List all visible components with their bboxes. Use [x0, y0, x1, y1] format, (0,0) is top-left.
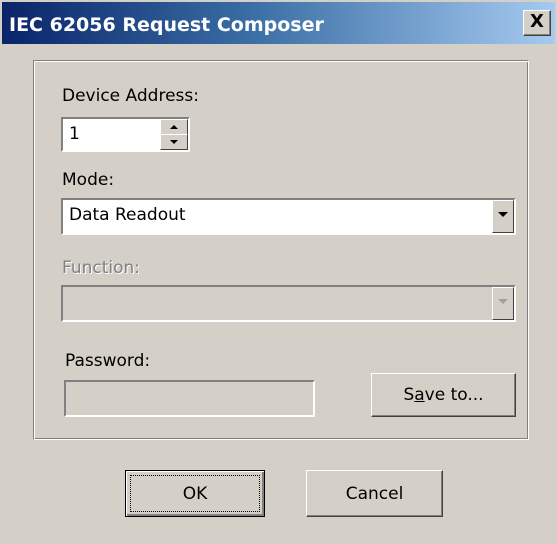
- close-icon: X: [530, 11, 544, 32]
- device-address-spinner[interactable]: 1: [61, 117, 190, 152]
- spin-down-button[interactable]: [160, 134, 188, 150]
- title-bar[interactable]: IEC 62056 Request Composer X: [2, 2, 555, 44]
- chevron-down-icon: [498, 299, 508, 304]
- save-to-button[interactable]: Save to...: [371, 373, 516, 417]
- password-label: Password:: [65, 351, 151, 371]
- device-address-input[interactable]: 1: [69, 124, 149, 144]
- close-button[interactable]: X: [523, 10, 551, 36]
- spinner-buttons: [160, 119, 188, 150]
- cancel-button[interactable]: Cancel: [306, 470, 443, 517]
- arrow-down-icon: [170, 140, 178, 144]
- function-dropdown-button[interactable]: [492, 287, 514, 320]
- device-address-label: Device Address:: [62, 86, 199, 106]
- function-dropdown[interactable]: [61, 285, 516, 322]
- cancel-label: Cancel: [345, 483, 404, 504]
- save-to-label: Save to...: [403, 385, 484, 405]
- ok-label: OK: [182, 483, 208, 504]
- function-label: Function:: [62, 258, 141, 278]
- password-field[interactable]: [64, 380, 315, 417]
- mode-dropdown-button[interactable]: [492, 200, 514, 233]
- mode-selected-value: Data Readout: [69, 205, 186, 225]
- dialog-window: IEC 62056 Request Composer X Device Addr…: [0, 0, 557, 544]
- mode-label: Mode:: [62, 170, 115, 190]
- mode-dropdown[interactable]: Data Readout: [61, 198, 516, 235]
- window-title: IEC 62056 Request Composer: [9, 14, 324, 36]
- chevron-down-icon: [498, 212, 508, 217]
- spin-up-button[interactable]: [160, 119, 188, 135]
- arrow-up-icon: [170, 125, 178, 129]
- ok-button[interactable]: OK: [125, 470, 265, 517]
